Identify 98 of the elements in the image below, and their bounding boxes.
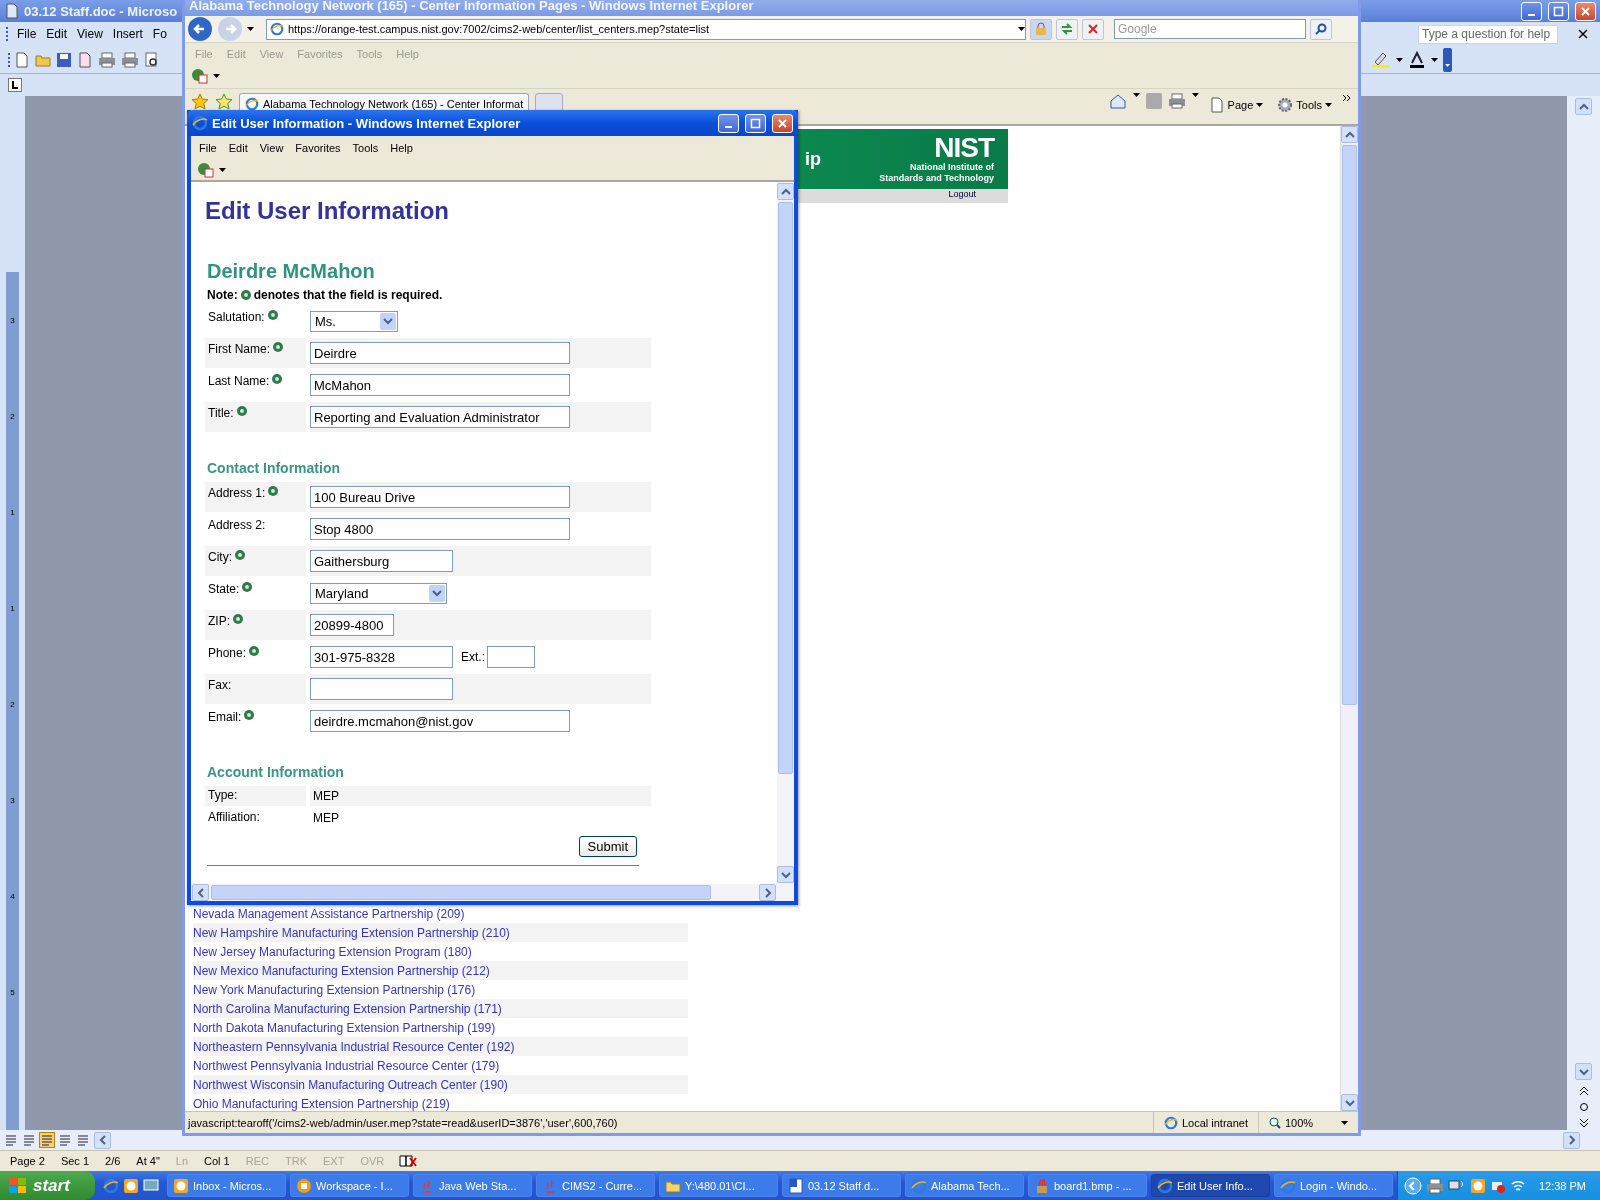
organization-name: Standards and Technology — [879, 173, 994, 184]
note-text: denotes that the field is required. — [253, 288, 443, 302]
ruler-number: 5 — [10, 986, 15, 999]
ruler-number: 3 — [10, 794, 15, 807]
section-heading: Contact Information — [207, 460, 341, 476]
text-field[interactable]: Reporting and Evaluation Administrator — [310, 406, 570, 428]
page-menu-button[interactable]: Page — [1204, 93, 1268, 117]
submit-button[interactable]: Submit — [578, 836, 637, 857]
menu-item[interactable]: Favorites — [289, 142, 347, 154]
zone-indicator: Local intranet — [1152, 1112, 1258, 1133]
taskbar-button[interactable]: Workspace - I... — [290, 1174, 409, 1197]
window-title: Alabama Technology Network (165) - Center Information Pages - Windows Internet Explorer — [189, 0, 754, 13]
note-label: Note: — [207, 288, 238, 302]
menu-item[interactable]: Fo — [152, 25, 167, 43]
dropdown-field[interactable]: Maryland — [310, 582, 447, 604]
menu-item[interactable]: File — [193, 142, 223, 154]
menu-item[interactable]: View — [77, 25, 103, 43]
ruler-number: 1 — [10, 602, 15, 615]
field-label: Ext.: — [461, 650, 485, 664]
field-label: Email: — [208, 710, 242, 724]
taskbar-button[interactable]: board1.bmp - ... — [1028, 1174, 1147, 1197]
text-field[interactable]: Stop 4800 — [310, 518, 570, 540]
menu-item[interactable]: Insert — [112, 25, 143, 43]
ruler-number: 2 — [10, 410, 15, 423]
center-link[interactable]: Northwest Pennsylvania Industrial Resource Center (179) — [193, 1058, 500, 1073]
field-label: Type: — [208, 788, 238, 802]
field-value: MEP — [312, 811, 339, 825]
help-search-field[interactable]: Type a question for help — [1418, 24, 1558, 44]
field-label: Last Name: — [208, 374, 270, 388]
page-heading: Edit User Information — [205, 196, 451, 226]
ruler-number: 3 — [10, 314, 15, 327]
status-text: Col 1 — [203, 1155, 231, 1167]
field-label: Address 2: — [208, 518, 266, 532]
field-label: Title: — [208, 406, 234, 420]
taskbar-button[interactable]: CIMS2 - Curre... — [536, 1174, 655, 1197]
text-field[interactable]: Deirdre — [310, 342, 570, 364]
field-label: Phone: — [208, 646, 247, 660]
taskbar-button[interactable]: Java Web Sta... — [413, 1174, 532, 1197]
status-text: Sec 1 — [59, 1155, 90, 1167]
window-title: Edit User Information - Windows Internet Explorer — [212, 115, 521, 131]
field-label: ZIP: — [208, 614, 230, 628]
taskbar-button[interactable]: Y:\480.01\CI... — [659, 1174, 778, 1197]
text-field[interactable]: Gaithersburg — [310, 550, 453, 572]
status-text: Page 2 — [9, 1155, 46, 1167]
browser-tab[interactable]: Alabama Technology Network (165) - Center Informat — [239, 93, 529, 113]
ruler-number: 1 — [10, 506, 15, 519]
field-label: Address 1: — [208, 486, 266, 500]
status-text: OVR — [359, 1155, 386, 1167]
window-title: 03.12 Staff.doc - Microso — [24, 3, 178, 19]
menu-item[interactable]: Edit — [46, 25, 68, 43]
center-link[interactable]: New York Manufacturing Extension Partnership (176) — [193, 982, 476, 997]
ruler-number: 2 — [10, 698, 15, 711]
taskbar-button[interactable]: Login - Windo... — [1274, 1174, 1393, 1197]
field-label: Fax: — [208, 678, 232, 692]
ruler-number: 4 — [10, 890, 15, 903]
status-text: REC — [244, 1155, 270, 1167]
tools-menu-button[interactable]: Tools — [1273, 93, 1336, 117]
start-button[interactable]: start — [0, 1171, 95, 1200]
text-field[interactable]: McMahon — [310, 374, 570, 396]
text-field[interactable]: 20899-4800 — [310, 614, 394, 636]
center-link[interactable]: Ohio Manufacturing Extension Partnership (219) — [193, 1096, 450, 1111]
menu-item[interactable]: Edit — [222, 142, 254, 154]
center-link[interactable]: North Dakota Manufacturing Extension Partnership (199) — [193, 1020, 496, 1035]
menu-item[interactable]: View — [253, 142, 290, 154]
field-label: Salutation: — [208, 310, 265, 324]
field-value: MEP — [312, 789, 339, 803]
center-link[interactable]: Nevada Management Assistance Partnership (209) — [193, 906, 465, 921]
text-field[interactable]: deirdre.mcmahon@nist.gov — [310, 710, 570, 732]
organization-name: National Institute of — [910, 162, 994, 173]
status-text: At 4" — [135, 1155, 161, 1167]
text-field[interactable]: 301-975-8328 — [310, 646, 453, 668]
user-name: Deirdre McMahon — [207, 259, 376, 284]
field-label: First Name: — [208, 342, 270, 356]
taskbar-button[interactable]: Alabama Tech... — [905, 1174, 1024, 1197]
status-text: TRK — [283, 1155, 308, 1167]
status-text: EXT — [321, 1155, 346, 1167]
status-text: 2/6 — [104, 1155, 122, 1167]
taskbar-button[interactable]: Edit User Info... — [1151, 1174, 1270, 1197]
field-label: State: — [208, 582, 240, 596]
section-heading: Account Information — [207, 764, 345, 780]
text-field[interactable]: 100 Bureau Drive — [310, 486, 570, 508]
field-label: City: — [208, 550, 232, 564]
banner-text: ip — [805, 148, 821, 170]
center-link[interactable]: New Jersey Manufacturing Extension Program (180) — [193, 944, 472, 959]
clock: 12:38 PM — [1538, 1179, 1586, 1192]
taskbar-button[interactable]: Inbox - Micros... — [167, 1174, 286, 1197]
field-label: Affiliation: — [208, 810, 260, 824]
dropdown-field[interactable]: Ms. — [310, 310, 398, 332]
taskbar-button[interactable]: 03.12 Staff.d... — [782, 1174, 901, 1197]
menu-item[interactable]: File — [17, 25, 37, 43]
menu-item[interactable]: Help — [384, 142, 419, 154]
logout-link[interactable]: Logout — [948, 189, 976, 203]
address-field[interactable]: https://orange-test.campus.nist.gov:7002/cims2-web/center/list_centers.mep?state=list — [266, 18, 1026, 40]
status-text: Ln — [174, 1155, 190, 1167]
zoom-control[interactable]: 100% — [1258, 1112, 1358, 1133]
menu-item[interactable]: Tools — [346, 142, 385, 154]
logo: NIST — [934, 134, 994, 162]
status-text: javascript:tearoff('/cims2-web/admin/user.mep?state=read&userID=3876','user',600,760) — [186, 1116, 619, 1129]
